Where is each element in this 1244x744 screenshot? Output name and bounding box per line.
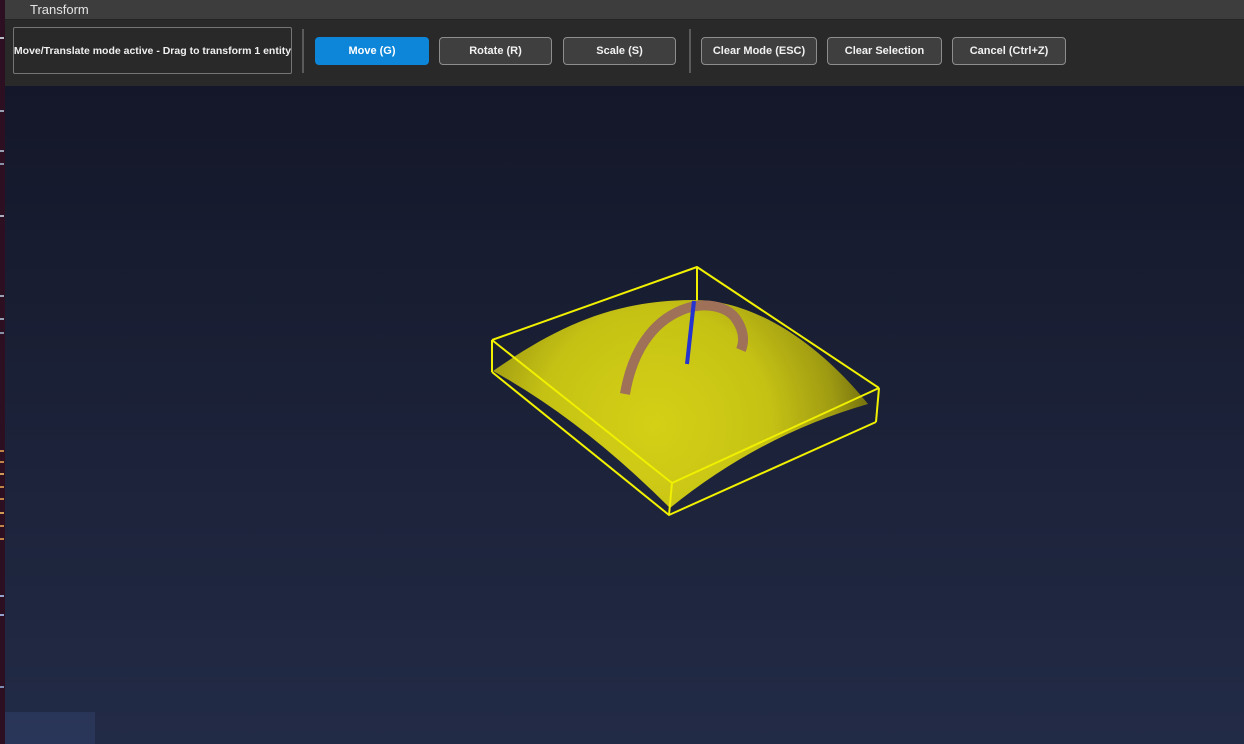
sliver-glyph-fragment	[0, 686, 4, 688]
move-button[interactable]: Move (G)	[315, 37, 429, 65]
scene-svg	[0, 86, 1244, 744]
sliver-glyph-fragment	[0, 525, 4, 527]
sliver-glyph-fragment	[0, 614, 4, 616]
transform-toolbar: Move/Translate mode active - Drag to tra…	[0, 20, 1244, 86]
sliver-glyph-fragment	[0, 595, 4, 597]
sliver-glyph-fragment	[0, 150, 4, 152]
sliver-glyph-fragment	[0, 215, 4, 217]
status-box: Move/Translate mode active - Drag to tra…	[13, 27, 292, 74]
sliver-glyph-fragment	[0, 318, 4, 320]
sliver-glyph-fragment	[0, 37, 4, 39]
viewport-bottom-left-highlight	[5, 712, 95, 744]
clear-mode-button[interactable]: Clear Mode (ESC)	[701, 37, 817, 65]
sliver-glyph-fragment	[0, 332, 4, 334]
scale-button[interactable]: Scale (S)	[563, 37, 676, 65]
cancel-button[interactable]: Cancel (Ctrl+Z)	[952, 37, 1066, 65]
sliver-glyph-fragment	[0, 512, 4, 514]
sliver-glyph-fragment	[0, 498, 4, 500]
toolbar-separator	[302, 29, 304, 73]
sliver-glyph-fragment	[0, 538, 4, 540]
sliver-glyph-fragment	[0, 486, 4, 488]
status-text: Move/Translate mode active - Drag to tra…	[14, 45, 291, 57]
sliver-glyph-fragment	[0, 110, 4, 112]
toolbar-separator	[689, 29, 691, 73]
viewport-3d-canvas[interactable]	[0, 86, 1244, 744]
clear-selection-button[interactable]: Clear Selection	[827, 37, 942, 65]
window-titlebar[interactable]: Transform	[0, 0, 1244, 20]
sliver-glyph-fragment	[0, 295, 4, 297]
sliver-glyph-fragment	[0, 163, 4, 165]
sliver-glyph-fragment	[0, 450, 4, 452]
transform-tool-window: Transform Move/Translate mode active - D…	[0, 0, 1244, 744]
sliver-glyph-fragment	[0, 473, 4, 475]
background-window-sliver	[0, 0, 5, 744]
window-title: Transform	[30, 0, 89, 19]
rotate-button[interactable]: Rotate (R)	[439, 37, 552, 65]
sliver-glyph-fragment	[0, 461, 4, 463]
